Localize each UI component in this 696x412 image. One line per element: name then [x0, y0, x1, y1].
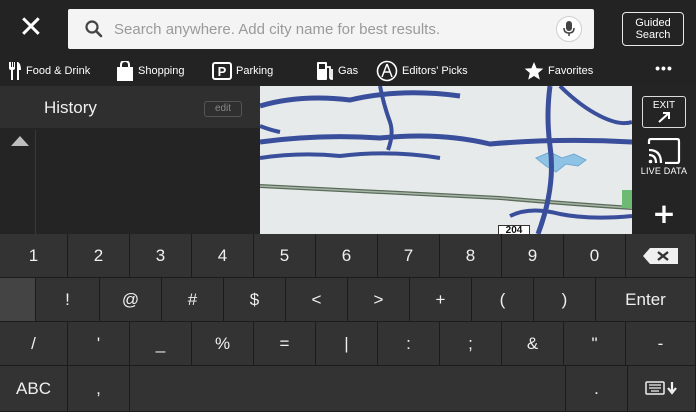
key-quote[interactable]: "	[564, 322, 626, 366]
route-shield: 204	[498, 225, 530, 234]
key-8[interactable]: 8	[440, 234, 502, 278]
category-bar: Food & Drink Shopping P Parking Gas Edit…	[0, 56, 696, 86]
key-hash[interactable]: #	[162, 278, 224, 322]
map-view[interactable]: 204	[260, 86, 632, 234]
category-favorites[interactable]: Favorites	[524, 56, 593, 86]
gas-pump-icon	[317, 62, 333, 80]
key-2[interactable]: 2	[68, 234, 130, 278]
keyboard-row-bottom: ABC , .	[0, 366, 696, 412]
map-roads	[260, 86, 632, 234]
key-at[interactable]: @	[100, 278, 162, 322]
svg-text:P: P	[218, 64, 227, 79]
close-icon: ✕	[18, 10, 44, 45]
category-food-drink[interactable]: Food & Drink	[8, 56, 90, 86]
category-gas[interactable]: Gas	[316, 56, 358, 86]
more-options-button[interactable]: •••	[652, 60, 676, 80]
key-comma[interactable]: ,	[68, 366, 130, 412]
key-close-paren[interactable]: )	[534, 278, 596, 322]
keyboard-row-symbols-1: ! @ # $ < > + ( ) Enter	[0, 278, 696, 322]
key-exclamation[interactable]: !	[36, 278, 100, 322]
key-3[interactable]: 3	[130, 234, 192, 278]
category-shopping[interactable]: Shopping	[116, 56, 185, 86]
key-0[interactable]: 0	[564, 234, 626, 278]
history-header: History edit	[0, 86, 260, 128]
key-7[interactable]: 7	[378, 234, 440, 278]
key-equals[interactable]: =	[254, 322, 316, 366]
key-minus[interactable]: -	[626, 322, 696, 366]
key-period[interactable]: .	[566, 366, 628, 412]
history-edit-button[interactable]: edit	[204, 101, 242, 117]
backspace-key[interactable]	[626, 234, 696, 278]
scroll-up-arrow-icon[interactable]	[11, 136, 29, 146]
enter-key[interactable]: Enter	[596, 278, 696, 322]
category-label: Editors' Picks	[402, 65, 468, 77]
history-title: History	[44, 98, 97, 117]
history-panel: History edit	[0, 86, 260, 234]
close-button[interactable]: ✕	[8, 8, 54, 48]
key-ampersand[interactable]: &	[502, 322, 564, 366]
search-box[interactable]	[68, 9, 594, 49]
key-apostrophe[interactable]: '	[68, 322, 130, 366]
category-label: Shopping	[138, 65, 185, 77]
space-key[interactable]	[130, 366, 566, 412]
key-open-paren[interactable]: (	[472, 278, 534, 322]
key-pipe[interactable]: |	[316, 322, 378, 366]
hide-keyboard-icon	[644, 380, 677, 395]
key-slash[interactable]: /	[0, 322, 68, 366]
star-icon	[524, 62, 544, 80]
key-9[interactable]: 9	[502, 234, 564, 278]
category-label: Gas	[338, 65, 359, 77]
key-1[interactable]: 1	[0, 234, 68, 278]
keyboard-row-symbols-2: / ' _ % = | : ; & " -	[0, 322, 696, 366]
key-underscore[interactable]: _	[130, 322, 192, 366]
key-6[interactable]: 6	[316, 234, 378, 278]
guided-search-label-1: Guided	[635, 17, 671, 29]
key-percent[interactable]: %	[192, 322, 254, 366]
live-data-button[interactable]: LIVE DATA	[632, 138, 696, 188]
key-5[interactable]: 5	[254, 234, 316, 278]
category-label: Favorites	[548, 65, 594, 77]
shopping-bag-icon	[117, 61, 133, 81]
category-label: Food & Drink	[26, 65, 91, 77]
guided-search-label-2: Search	[635, 29, 671, 41]
category-label: Parking	[236, 65, 274, 77]
backspace-icon	[642, 247, 678, 264]
exit-button[interactable]: EXIT	[642, 96, 686, 128]
parking-icon: P	[212, 62, 232, 80]
exit-label: EXIT	[652, 100, 676, 111]
keyboard-row-numbers: 1 2 3 4 5 6 7 8 9 0	[0, 234, 696, 278]
map-side-controls: EXIT LIVE DATA +	[632, 86, 696, 234]
history-scrollbar[interactable]	[4, 130, 36, 234]
key-less-than[interactable]: <	[286, 278, 348, 322]
key-greater-than[interactable]: >	[348, 278, 410, 322]
search-icon	[85, 20, 103, 38]
key-semicolon[interactable]: ;	[440, 322, 502, 366]
key-colon[interactable]: :	[378, 322, 440, 366]
abc-key[interactable]: ABC	[0, 366, 68, 412]
microphone-icon	[563, 21, 575, 36]
exit-arrow-icon	[658, 112, 670, 123]
fork-knife-icon	[9, 62, 21, 80]
key-dollar[interactable]: $	[224, 278, 286, 322]
category-parking[interactable]: P Parking	[212, 56, 273, 86]
key-4[interactable]: 4	[192, 234, 254, 278]
search-input[interactable]	[114, 9, 534, 49]
category-editors-picks[interactable]: Editors' Picks	[376, 56, 468, 86]
microphone-button[interactable]	[556, 16, 582, 42]
hide-keyboard-button[interactable]	[628, 366, 696, 412]
top-bar: ✕ Guided Search	[0, 0, 696, 56]
zoom-in-button[interactable]: +	[642, 197, 686, 230]
editors-picks-icon	[376, 60, 398, 82]
live-data-label: LIVE DATA	[640, 166, 688, 176]
cast-icon	[647, 138, 681, 164]
key-spacer	[0, 278, 36, 322]
key-plus[interactable]: +	[410, 278, 472, 322]
guided-search-button[interactable]: Guided Search	[622, 12, 684, 46]
on-screen-keyboard: 1 2 3 4 5 6 7 8 9 0 ! @ # $ < > + ( ) En…	[0, 234, 696, 412]
